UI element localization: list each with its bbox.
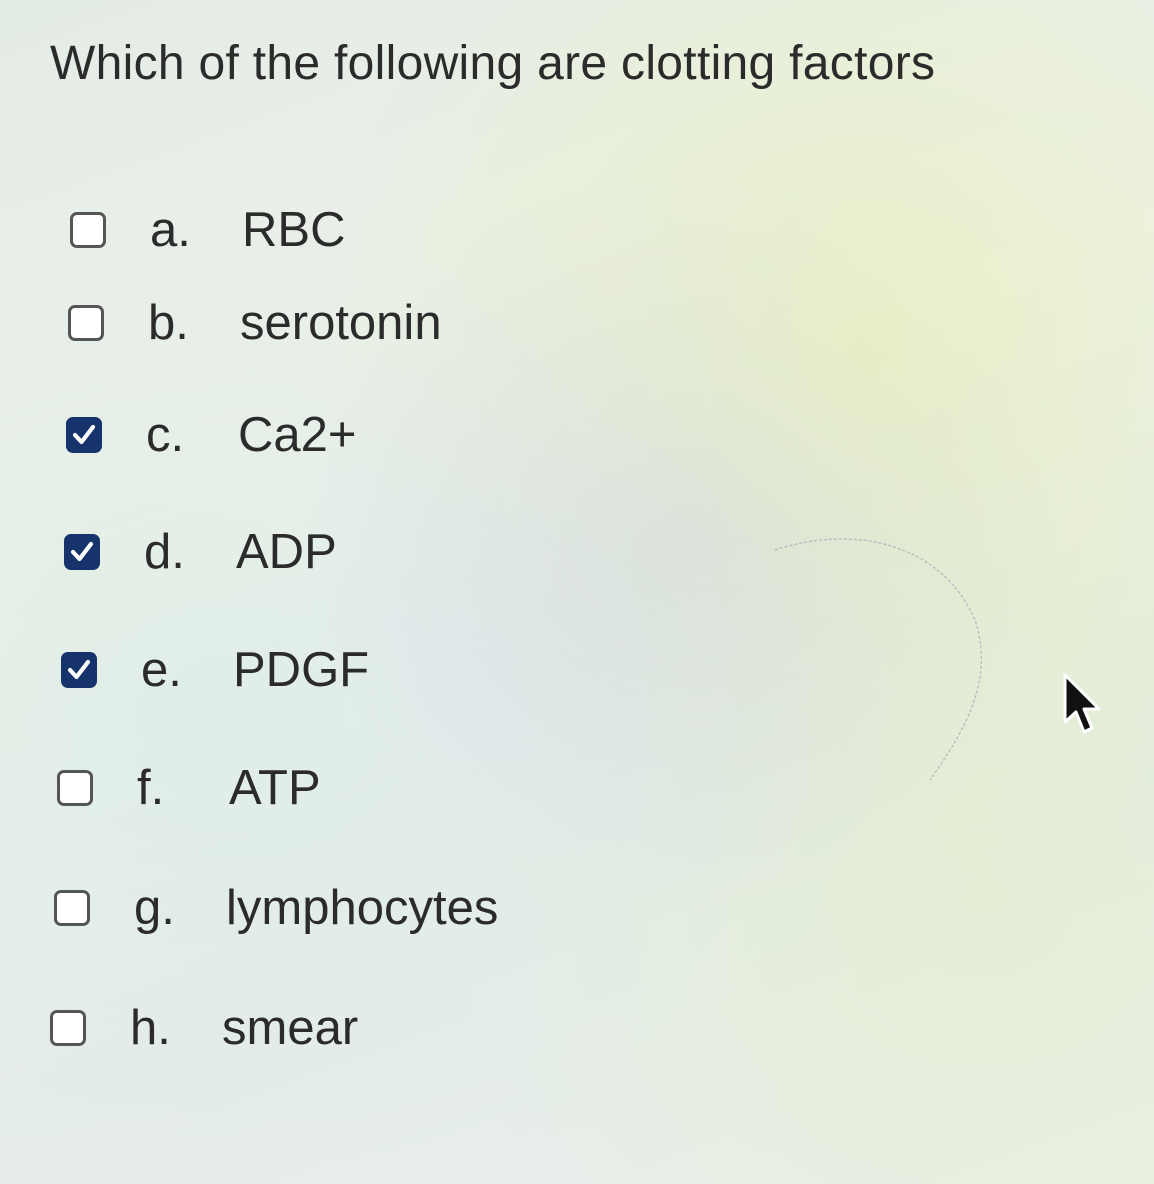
checkbox-d[interactable] bbox=[64, 534, 100, 570]
option-c[interactable]: c. Ca2+ bbox=[66, 405, 357, 465]
checkbox-f[interactable] bbox=[57, 770, 93, 806]
checkbox-g[interactable] bbox=[54, 890, 90, 926]
screen-scratch bbox=[774, 538, 983, 781]
option-label: serotonin bbox=[240, 296, 442, 350]
option-label: ATP bbox=[229, 761, 321, 815]
option-h[interactable]: h. smear bbox=[50, 998, 358, 1058]
option-a[interactable]: a. RBC bbox=[70, 200, 345, 260]
option-letter: h. bbox=[130, 1001, 171, 1055]
checkmark-icon bbox=[67, 659, 91, 680]
option-label: Ca2+ bbox=[238, 408, 357, 462]
mouse-pointer-icon bbox=[1063, 673, 1101, 734]
checkbox-c[interactable] bbox=[66, 417, 102, 453]
option-d[interactable]: d. ADP bbox=[64, 522, 337, 582]
option-letter: d. bbox=[144, 525, 185, 579]
checkbox-h[interactable] bbox=[50, 1010, 86, 1046]
option-b[interactable]: b. serotonin bbox=[68, 293, 442, 353]
option-letter: c. bbox=[146, 408, 185, 462]
option-g[interactable]: g. lymphocytes bbox=[54, 878, 498, 938]
option-label: lymphocytes bbox=[226, 881, 499, 935]
option-letter: g. bbox=[134, 881, 175, 935]
question-text: Which of the following are clotting fact… bbox=[50, 37, 936, 90]
option-letter: b. bbox=[148, 296, 189, 350]
option-e[interactable]: e. PDGF bbox=[61, 640, 369, 700]
option-label: smear bbox=[222, 1001, 359, 1055]
option-letter: f. bbox=[137, 761, 165, 815]
option-letter: a. bbox=[150, 203, 191, 257]
option-letter: e. bbox=[141, 643, 182, 697]
checkbox-e[interactable] bbox=[61, 652, 97, 688]
checkbox-b[interactable] bbox=[68, 305, 104, 341]
checkbox-a[interactable] bbox=[70, 212, 106, 248]
checkmark-icon bbox=[70, 541, 94, 562]
option-label: RBC bbox=[242, 203, 346, 257]
option-label: ADP bbox=[236, 525, 337, 579]
option-f[interactable]: f. ATP bbox=[57, 758, 321, 818]
checkmark-icon bbox=[72, 424, 96, 445]
option-label: PDGF bbox=[233, 643, 370, 697]
